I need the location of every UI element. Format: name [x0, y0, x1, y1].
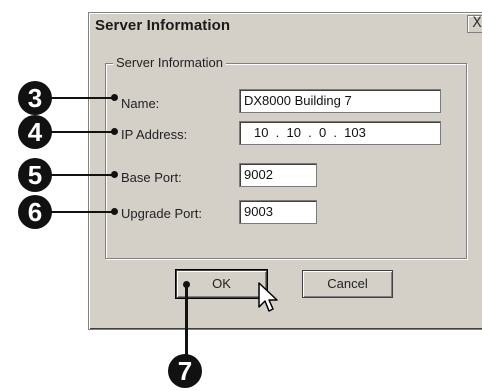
ip-octet-2: 10: [286, 125, 301, 140]
ip-octet-1: 10: [254, 125, 269, 140]
cancel-button[interactable]: Cancel: [302, 270, 393, 298]
callout-ok: 7: [168, 354, 202, 388]
server-information-dialog: Server Information X Server Information …: [88, 12, 482, 330]
callout-leader: [50, 174, 114, 176]
callout-ip-address: 4: [18, 115, 52, 149]
callout-leader-dot: [111, 208, 118, 215]
ip-separator: .: [333, 125, 337, 140]
callout-base-port: 5: [18, 158, 52, 192]
ip-address-field[interactable]: 10 . 10 . 0 . 103: [239, 121, 441, 145]
callout-leader: [50, 97, 114, 99]
callout-leader-dot: [111, 128, 118, 135]
callout-leader-dot: [111, 171, 118, 178]
callout-leader: [50, 211, 114, 213]
upgrade-port-field[interactable]: 9003: [239, 200, 317, 224]
close-button[interactable]: X: [467, 15, 482, 33]
dialog-title: Server Information: [91, 15, 482, 37]
groupbox-label: Server Information: [113, 55, 226, 71]
ip-separator: .: [275, 125, 280, 140]
name-field[interactable]: DX8000 Building 7: [239, 89, 441, 113]
upgrade-port-label: Upgrade Port:: [121, 206, 202, 221]
callout-name: 3: [18, 81, 52, 115]
ip-octet-4: 103: [344, 125, 366, 140]
name-label: Name:: [121, 96, 160, 111]
ip-address-label: IP Address:: [121, 127, 188, 142]
callout-leader: [185, 284, 188, 356]
callout-leader-dot: [111, 94, 118, 101]
mouse-cursor-icon: [258, 282, 278, 312]
base-port-field[interactable]: 9002: [239, 163, 317, 187]
ip-octet-3: 0: [318, 125, 327, 140]
base-port-label: Base Port:: [121, 170, 182, 185]
callout-leader: [50, 131, 114, 133]
callout-upgrade-port: 6: [18, 195, 52, 229]
ip-separator: .: [308, 125, 312, 140]
